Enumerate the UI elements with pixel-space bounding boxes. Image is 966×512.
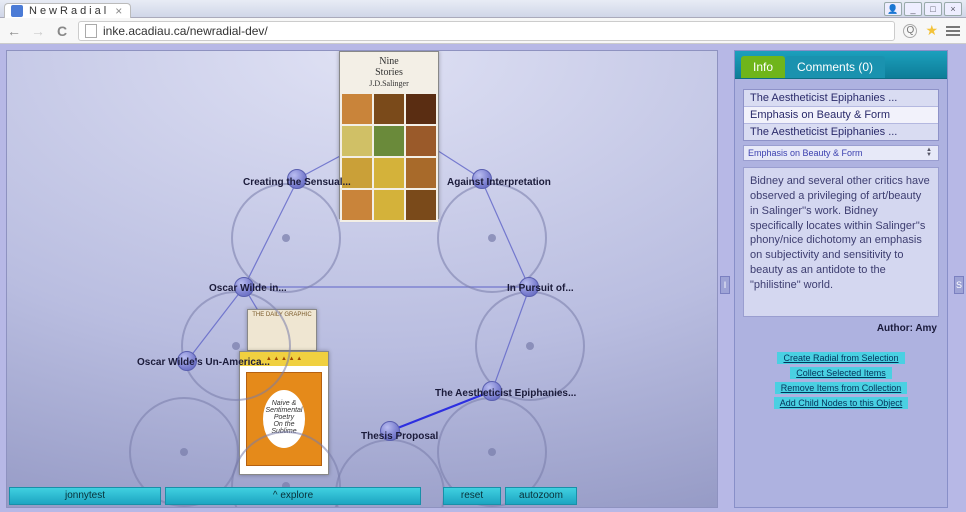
book-thumbnail-nine-stories[interactable]: NineStoriesJ.D.Salinger [339, 51, 439, 219]
page-icon [85, 24, 97, 38]
close-window-button[interactable]: × [944, 2, 962, 16]
back-button[interactable]: ← [6, 23, 22, 39]
bookmark-star-icon[interactable]: ★ [925, 22, 938, 39]
side-handle-left[interactable]: I [720, 276, 730, 294]
address-bar: ← → C inke.acadiau.ca/newradial-dev/ Q ★ [0, 18, 966, 44]
info-panel: Info Comments (0) The Aestheticist Epiph… [734, 50, 948, 508]
node-label: Oscar Wilde's Un-America... [137, 357, 270, 368]
close-tab-icon[interactable]: × [115, 5, 122, 17]
side-handle-right[interactable]: S [954, 276, 964, 294]
breadcrumb-item[interactable]: The Aestheticist Epiphanies ... [744, 124, 938, 140]
url-text: inke.acadiau.ca/newradial-dev/ [103, 24, 268, 38]
favicon [11, 5, 23, 17]
node-label: The Aestheticist Epiphanies... [435, 388, 576, 399]
node-label: Against Interpretation [447, 177, 551, 188]
action-remove-items[interactable]: Remove Items from Collection [775, 382, 908, 394]
tab-comments[interactable]: Comments (0) [785, 56, 885, 78]
node-label: In Pursuit of... [507, 283, 574, 294]
maximize-button[interactable]: □ [924, 2, 942, 16]
breadcrumb-item[interactable]: Emphasis on Beauty & Form [744, 107, 938, 124]
action-collect-selected[interactable]: Collect Selected Items [790, 367, 892, 379]
url-input[interactable]: inke.acadiau.ca/newradial-dev/ [78, 21, 895, 41]
reset-button[interactable]: reset [443, 487, 501, 505]
window-buttons: 👤 _ □ × [884, 2, 966, 16]
radial-canvas[interactable]: NineStoriesJ.D.Salinger THE DAILY GRAPHI… [6, 50, 718, 508]
breadcrumb-item[interactable]: The Aestheticist Epiphanies ... [744, 90, 938, 107]
explore-button[interactable]: ^ explore [165, 487, 421, 505]
hamburger-menu-icon[interactable] [946, 26, 960, 36]
autozoom-button[interactable]: autozoom [505, 487, 577, 505]
tab-title: NewRadial [29, 5, 109, 17]
forward-button[interactable]: → [30, 23, 46, 39]
title-input[interactable]: Emphasis on Beauty & Form ▲▼ [743, 145, 939, 161]
action-add-child-nodes[interactable]: Add Child Nodes to this Object [774, 397, 909, 409]
action-create-radial[interactable]: Create Radial from Selection [777, 352, 904, 364]
user-button[interactable]: jonnytest [9, 487, 161, 505]
action-links: Create Radial from Selection Collect Sel… [735, 352, 947, 409]
radial-ring [181, 291, 291, 401]
tab-strip: NewRadial × [0, 0, 131, 18]
stepper-icon[interactable]: ▲▼ [924, 148, 934, 158]
search-icon[interactable]: Q [903, 24, 917, 38]
breadcrumb-list: The Aestheticist Epiphanies ... Emphasis… [743, 89, 939, 141]
node-label: Creating the Sensual... [243, 177, 351, 188]
radial-ring [231, 183, 341, 293]
window-titlebar: NewRadial × 👤 _ □ × [0, 0, 966, 18]
minimize-button[interactable]: _ [904, 2, 922, 16]
canvas-bottom-bar: jonnytest ^ explore reset autozoom [9, 487, 577, 505]
author-line: Author: Amy [735, 323, 937, 334]
user-icon[interactable]: 👤 [884, 2, 902, 16]
node-label: Oscar Wilde in... [209, 283, 287, 294]
browser-tab[interactable]: NewRadial × [4, 3, 131, 18]
panel-tabs: Info Comments (0) [735, 51, 947, 79]
description-box: Bidney and several other critics have ob… [743, 167, 939, 317]
title-input-text: Emphasis on Beauty & Form [748, 148, 863, 158]
reload-button[interactable]: C [54, 23, 70, 39]
node-label: Thesis Proposal [361, 431, 438, 442]
tab-info[interactable]: Info [741, 56, 785, 78]
app-root: NineStoriesJ.D.Salinger THE DAILY GRAPHI… [0, 44, 966, 512]
